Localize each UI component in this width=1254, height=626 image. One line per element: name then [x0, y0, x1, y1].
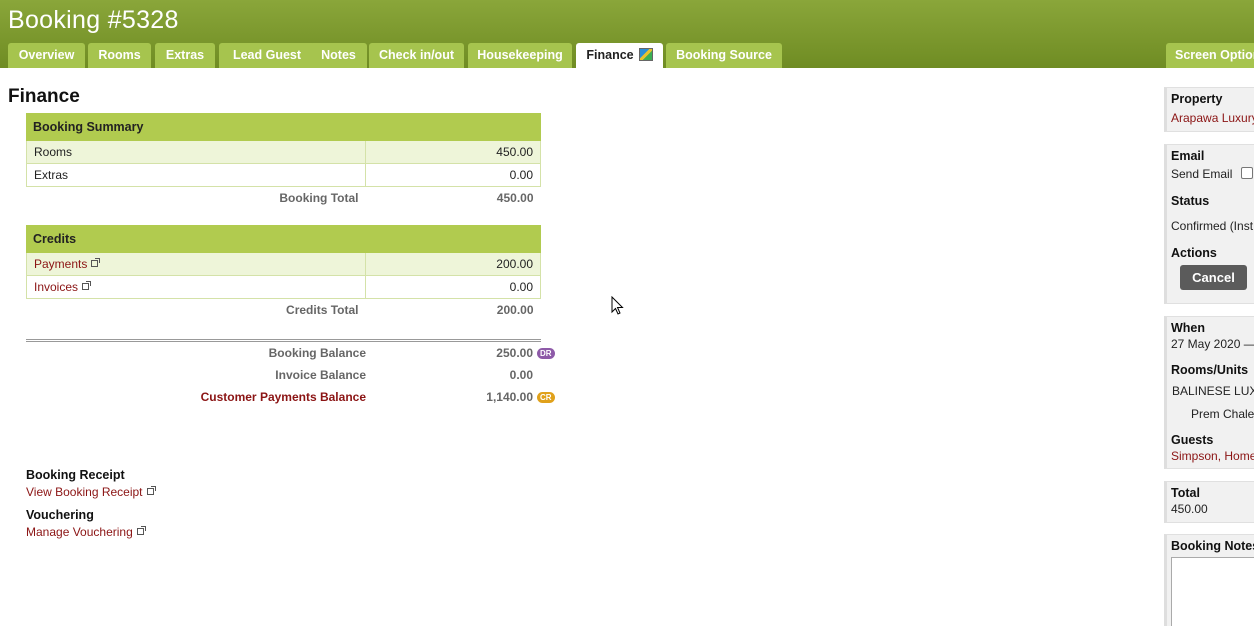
booking-details-panel: When 27 May 2020 — Rooms/Units BALINESE …: [1164, 316, 1254, 469]
booking-title: Booking #5328: [8, 6, 179, 34]
invoices-link[interactable]: Invoices: [34, 280, 78, 294]
payments-cell: Payments: [26, 252, 366, 276]
page-title: Finance: [8, 86, 80, 107]
tab-extras[interactable]: Extras: [155, 43, 215, 68]
booking-summary-heading: Booking Summary: [26, 113, 541, 141]
invoices-value: 0.00: [365, 275, 541, 299]
booking-balance-value: 250.00: [496, 346, 533, 360]
summary-rooms-label: Rooms: [26, 140, 366, 164]
tab-housekeeping[interactable]: Housekeeping: [468, 43, 572, 68]
when-value: 27 May 2020 —: [1171, 337, 1254, 351]
table-row: Invoices 0.00: [26, 275, 541, 299]
customer-payments-balance-value: 1,140.00: [486, 390, 533, 404]
status-panel: Email Send Email Status Confirmed (Inst …: [1164, 144, 1254, 304]
total-value: 450.00: [1171, 502, 1208, 516]
payments-value: 200.00: [365, 252, 541, 276]
property-link[interactable]: Arapawa Luxury: [1171, 111, 1254, 125]
finance-icon: [638, 48, 653, 61]
send-email-checkbox[interactable]: [1241, 167, 1253, 179]
booking-balance-label: Booking Balance: [268, 346, 366, 360]
when-heading: When: [1171, 321, 1206, 335]
tab-rooms[interactable]: Rooms: [88, 43, 151, 68]
booking-notes-textarea[interactable]: [1171, 557, 1254, 626]
tab-check-in-out[interactable]: Check in/out: [369, 43, 464, 68]
balance-divider: [26, 339, 541, 342]
booking-total-value: 450.00: [365, 186, 541, 209]
credits-table: Credits Payments 200.00 Invoices 0.00 Cr…: [26, 225, 541, 321]
booking-total-label: Booking Total: [26, 186, 366, 209]
total-heading: Total: [1171, 486, 1200, 500]
status-value: Confirmed (Inst: [1171, 219, 1254, 233]
actions-heading: Actions: [1171, 246, 1217, 260]
table-row: Booking Total 450.00: [26, 186, 541, 209]
room-line-1: BALINESE LUX: [1172, 384, 1254, 398]
tab-finance[interactable]: Finance: [576, 43, 663, 68]
table-row: Rooms 450.00: [26, 140, 541, 164]
email-heading: Email: [1171, 149, 1205, 163]
table-row: Credits Total 200.00: [26, 298, 541, 321]
guests-heading: Guests: [1171, 433, 1214, 447]
cr-badge: CR: [537, 392, 555, 403]
summary-extras-label: Extras: [26, 163, 366, 187]
external-link-icon: [91, 258, 101, 267]
vouchering-row: Manage Vouchering: [26, 525, 146, 539]
tab-overview[interactable]: Overview: [8, 43, 85, 68]
booking-receipt-heading: Booking Receipt: [26, 468, 125, 482]
tab-lead-guest[interactable]: Lead Guest: [219, 43, 315, 68]
credits-heading: Credits: [26, 225, 541, 253]
vouchering-heading: Vouchering: [26, 508, 94, 522]
booking-notes-panel: Booking Notes: [1164, 534, 1254, 626]
external-link-icon: [136, 526, 146, 535]
tab-finance-label: Finance: [586, 48, 634, 62]
guests-link[interactable]: Simpson, Home: [1171, 449, 1254, 463]
table-row: Payments 200.00: [26, 252, 541, 276]
send-email-label: Send Email: [1171, 167, 1233, 181]
summary-rooms-value: 450.00: [365, 140, 541, 164]
total-panel: Total 450.00: [1164, 481, 1254, 523]
booking-receipt-row: View Booking Receipt: [26, 485, 156, 499]
summary-extras-value: 0.00: [365, 163, 541, 187]
view-booking-receipt-link[interactable]: View Booking Receipt: [26, 485, 143, 499]
invoice-balance-value: 0.00: [509, 368, 533, 382]
room-line-2: Prem Chale: [1191, 407, 1254, 421]
invoices-cell: Invoices: [26, 275, 366, 299]
property-heading: Property: [1171, 92, 1223, 106]
credits-total-value: 200.00: [365, 298, 541, 321]
mouse-cursor-icon: [611, 296, 624, 315]
external-link-icon: [82, 281, 92, 290]
tab-booking-source[interactable]: Booking Source: [666, 43, 782, 68]
payments-link[interactable]: Payments: [34, 257, 87, 271]
manage-vouchering-link[interactable]: Manage Vouchering: [26, 525, 133, 539]
tab-notes[interactable]: Notes: [310, 43, 367, 68]
page-header: Booking #5328 Overview Rooms Extras Lead…: [0, 0, 1254, 68]
external-link-icon: [146, 486, 156, 495]
status-heading: Status: [1171, 194, 1210, 208]
credits-total-label: Credits Total: [26, 298, 366, 321]
cancel-button[interactable]: Cancel: [1180, 265, 1247, 290]
table-row: Extras 0.00: [26, 163, 541, 187]
screen-options-button[interactable]: Screen Options: [1166, 43, 1254, 68]
customer-payments-balance-label: Customer Payments Balance: [200, 390, 366, 404]
property-panel: Property Arapawa Luxury: [1164, 87, 1254, 132]
booking-summary-table: Booking Summary Rooms 450.00 Extras 0.00…: [26, 113, 541, 209]
rooms-units-heading: Rooms/Units: [1171, 363, 1249, 377]
dr-badge: DR: [537, 348, 555, 359]
invoice-balance-label: Invoice Balance: [275, 368, 366, 382]
booking-notes-heading: Booking Notes: [1171, 539, 1254, 553]
